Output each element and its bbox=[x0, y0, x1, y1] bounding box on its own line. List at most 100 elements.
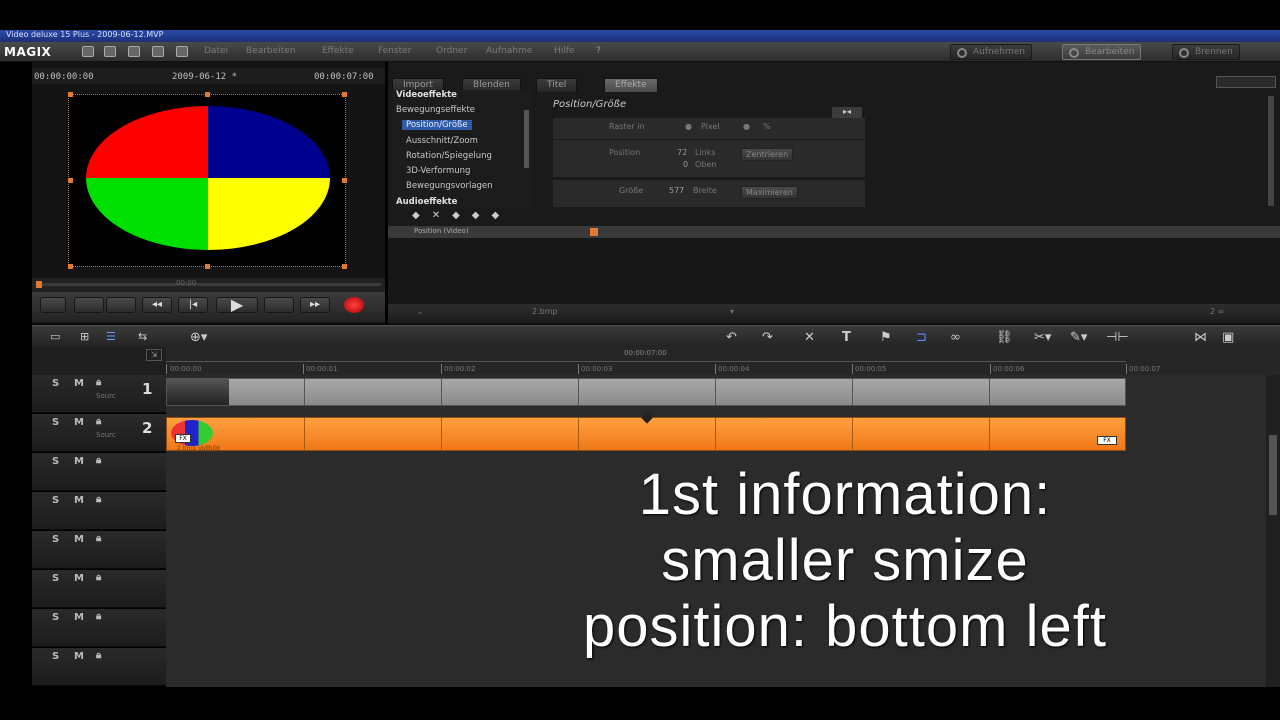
window-mode-icon[interactable]: ▣ bbox=[1222, 330, 1234, 345]
footer-collapse-icon[interactable]: ⌄ bbox=[416, 307, 424, 317]
solo-button[interactable]: S bbox=[52, 456, 59, 467]
track-head-4[interactable]: S M 🔒︎ bbox=[32, 492, 166, 530]
tree-item-position-size[interactable]: Position/Größe bbox=[402, 120, 472, 130]
mute-button[interactable]: M bbox=[74, 573, 84, 584]
mute-button[interactable]: M bbox=[74, 378, 84, 389]
scrub-bar[interactable]: 00:00 bbox=[32, 278, 385, 292]
mute-button[interactable]: M bbox=[74, 651, 84, 662]
menu-item-record[interactable]: Aufnahme bbox=[486, 46, 532, 56]
menu-item-edit[interactable]: Bearbeiten bbox=[246, 46, 295, 56]
fast-forward-button[interactable]: ▸▸ bbox=[300, 297, 330, 313]
resize-handle-tr[interactable] bbox=[342, 92, 347, 97]
redo-icon[interactable]: ↷ bbox=[762, 330, 773, 345]
pen-tool-icon[interactable]: ✎▾ bbox=[1070, 330, 1087, 345]
position-y-value[interactable]: 0 bbox=[683, 160, 688, 169]
mode-burn-button[interactable]: Brennen bbox=[1172, 44, 1240, 60]
timeline-view-icon[interactable]: ☰ bbox=[106, 330, 116, 343]
track-head-3[interactable]: S M 🔒︎ bbox=[32, 453, 166, 491]
track-head-1[interactable]: S M 🔒︎ 1 Sourc bbox=[32, 375, 166, 413]
tree-item-motion-presets[interactable]: Bewegungsvorlagen bbox=[406, 181, 493, 191]
lock-icon[interactable]: 🔒︎ bbox=[96, 494, 101, 505]
tree-scrollbar[interactable] bbox=[524, 110, 529, 168]
solo-button[interactable]: S bbox=[52, 495, 59, 506]
rewind-button[interactable]: ◂◂ bbox=[142, 297, 172, 313]
menu-item-window[interactable]: Fenster bbox=[378, 46, 411, 56]
overview-icon[interactable]: ⇆ bbox=[138, 330, 147, 343]
undo-icon[interactable]: ↶ bbox=[726, 330, 737, 345]
resize-handle-br[interactable] bbox=[342, 264, 347, 269]
scene-view-icon[interactable]: ⊞ bbox=[80, 330, 89, 343]
tree-controls[interactable]: ◆✕◆◆◆ bbox=[412, 210, 511, 221]
unlink-icon[interactable]: ⛓ bbox=[996, 330, 1013, 345]
marker-icon[interactable]: ⚑ bbox=[880, 330, 892, 345]
track-head-2[interactable]: S M 🔒︎ 2 Sourc bbox=[32, 414, 166, 452]
resize-handle-tl[interactable] bbox=[68, 92, 73, 97]
menu-item-effects[interactable]: Effekte bbox=[322, 46, 354, 56]
tab-effects[interactable]: Effekte bbox=[604, 78, 658, 92]
tree-item-crop-zoom[interactable]: Ausschnitt/Zoom bbox=[406, 136, 478, 146]
next-marker-button[interactable] bbox=[106, 297, 136, 313]
cut-tool-icon[interactable]: ✂▾ bbox=[1034, 330, 1051, 345]
raster-unit-radio[interactable]: ● bbox=[685, 122, 692, 131]
storyboard-view-icon[interactable]: ▭ bbox=[50, 330, 60, 343]
solo-button[interactable]: S bbox=[52, 612, 59, 623]
split-icon[interactable]: ⊣⊢ bbox=[1106, 330, 1129, 345]
maximize-button[interactable]: Maximieren bbox=[741, 186, 798, 199]
lock-icon[interactable]: 🔒︎ bbox=[96, 377, 101, 388]
lock-icon[interactable]: 🔒︎ bbox=[96, 455, 101, 466]
lock-icon[interactable]: 🔒︎ bbox=[96, 650, 101, 661]
delete-icon[interactable]: ✕ bbox=[804, 330, 815, 345]
clip-track-1[interactable] bbox=[166, 378, 1126, 406]
mode-record-button[interactable]: Aufnehmen bbox=[950, 44, 1032, 60]
track-head-7[interactable]: S M 🔒︎ bbox=[32, 609, 166, 647]
resize-handle-t[interactable] bbox=[205, 92, 210, 97]
mute-button[interactable]: M bbox=[74, 417, 84, 428]
lock-icon[interactable]: 🔒︎ bbox=[96, 611, 101, 622]
fx-badge[interactable]: FX bbox=[175, 434, 191, 443]
mouse-mode-icon[interactable]: ⊕▾ bbox=[190, 330, 207, 345]
zoom-to-fit-icon[interactable]: ⇲ bbox=[146, 349, 162, 361]
resize-handle-r[interactable] bbox=[342, 178, 347, 183]
lock-icon[interactable]: 🔒︎ bbox=[96, 533, 101, 544]
save-icon[interactable] bbox=[104, 46, 116, 57]
cursor-icon[interactable] bbox=[176, 46, 188, 57]
resize-handle-l[interactable] bbox=[68, 178, 73, 183]
resize-handle-b[interactable] bbox=[205, 264, 210, 269]
tab-titles[interactable]: Titel bbox=[536, 78, 578, 92]
size-value[interactable]: 577 bbox=[669, 186, 684, 195]
tree-group-motion[interactable]: Bewegungseffekte bbox=[396, 105, 475, 115]
keyframe-marker[interactable] bbox=[590, 228, 598, 236]
timeline-vscrollbar[interactable] bbox=[1266, 375, 1280, 687]
menu-item-folder[interactable]: Ordner bbox=[436, 46, 467, 56]
mute-button[interactable]: M bbox=[74, 495, 84, 506]
raster-pct-radio[interactable]: ● bbox=[743, 122, 750, 131]
export-icon[interactable] bbox=[128, 46, 140, 57]
track-head-8[interactable]: S M 🔒︎ bbox=[32, 648, 166, 686]
prev-marker-button[interactable] bbox=[74, 297, 104, 313]
tree-header-video-effects[interactable]: Videoeffekte bbox=[396, 90, 457, 100]
solo-button[interactable]: S bbox=[52, 651, 59, 662]
title-icon[interactable]: T bbox=[842, 330, 851, 345]
record-button[interactable] bbox=[344, 297, 364, 313]
solo-button[interactable]: S bbox=[52, 417, 59, 428]
snap-icon[interactable]: ⊐ bbox=[916, 330, 927, 345]
mute-button[interactable]: M bbox=[74, 534, 84, 545]
settings-icon[interactable] bbox=[152, 46, 164, 57]
close-timeline-icon[interactable]: ⋈ bbox=[1194, 330, 1207, 345]
panel-options-button[interactable] bbox=[1216, 76, 1276, 88]
settings-scrollbar[interactable] bbox=[1268, 96, 1274, 206]
position-x-value[interactable]: 72 bbox=[677, 148, 687, 157]
help-icon[interactable]: ? bbox=[596, 46, 601, 56]
mute-button[interactable]: M bbox=[74, 612, 84, 623]
fx-badge-end[interactable]: FX bbox=[1097, 436, 1117, 445]
center-button[interactable]: Zentrieren bbox=[741, 148, 794, 161]
new-file-icon[interactable] bbox=[82, 46, 94, 57]
to-start-button[interactable]: |◂ bbox=[178, 297, 208, 313]
mute-button[interactable]: M bbox=[74, 456, 84, 467]
tree-header-audio-effects[interactable]: Audioeffekte bbox=[396, 197, 457, 207]
track-head-6[interactable]: S M 🔒︎ bbox=[32, 570, 166, 608]
resize-handle-bl[interactable] bbox=[68, 264, 73, 269]
menu-item-file[interactable]: Datei bbox=[204, 46, 228, 56]
footer-dropdown-icon[interactable]: ▾ bbox=[730, 307, 734, 316]
loop-button[interactable] bbox=[40, 297, 66, 313]
